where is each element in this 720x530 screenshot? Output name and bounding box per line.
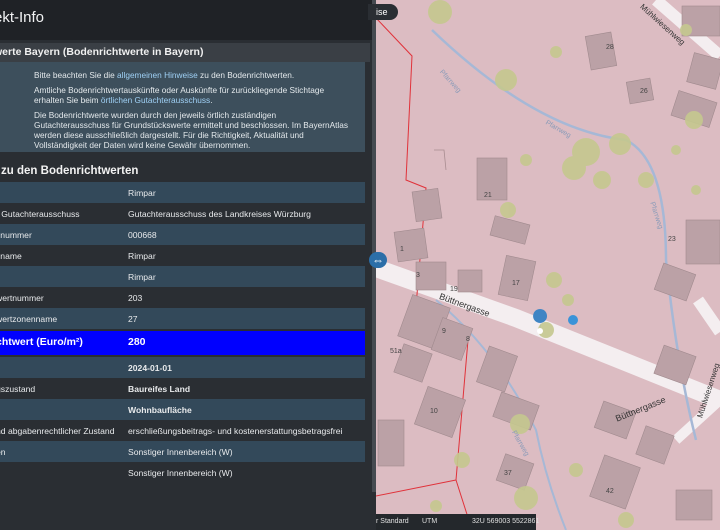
row-key: en bbox=[0, 447, 6, 457]
land-value: 280 bbox=[128, 336, 146, 348]
section-header[interactable]: werte Bayern (Bodenrichtwerte in Bayern) bbox=[0, 43, 370, 62]
row-value: Rimpar bbox=[128, 251, 156, 261]
house-number: 3 bbox=[416, 272, 420, 279]
row-value: Sonstiger Innenbereich (W) bbox=[128, 468, 233, 478]
house-number: 51a bbox=[390, 348, 402, 355]
table-row: r Gutachterausschuss Gutachterausschuss d… bbox=[0, 203, 365, 224]
row-value: 2024-01-01 bbox=[128, 363, 172, 373]
house-number: 23 bbox=[668, 236, 676, 243]
highlighted-land-value-row: chtwert (Euro/m²) 280 bbox=[0, 331, 365, 355]
table-row: en Sonstiger Innenbereich (W) bbox=[0, 441, 365, 462]
row-value: erschließungsbeitrags- und kostenerstatt… bbox=[128, 426, 343, 436]
house-number: 19 bbox=[450, 286, 458, 293]
row-key: nd abgabenrechtlicher Zustand bbox=[0, 426, 115, 436]
general-notes-link[interactable]: allgemeinen Hinweise bbox=[117, 70, 198, 80]
house-number: 9 bbox=[442, 328, 446, 335]
house-number: 26 bbox=[640, 88, 648, 95]
row-value: Wohnbaufläche bbox=[128, 405, 192, 415]
map-view[interactable]: Pfarrweg Pfarrweg Pfarrweg Pfarrweg Bütt… bbox=[376, 0, 720, 530]
row-key: wertzonenname bbox=[0, 314, 58, 324]
row-key: gszustand bbox=[0, 384, 36, 394]
info-panel: ekt-Info werte Bayern (Bodenrichtwerte i… bbox=[0, 0, 376, 530]
house-number: 28 bbox=[606, 44, 614, 51]
row-value: Rimpar bbox=[128, 272, 156, 282]
table-row: tWohnbaufläche bbox=[0, 399, 365, 420]
row-key: r Gutachterausschuss bbox=[0, 209, 80, 219]
status-coords: 32U 569003 5522861 bbox=[472, 518, 540, 525]
row-key: wertnummer bbox=[0, 293, 44, 303]
panel-title-bar: ekt-Info bbox=[0, 0, 376, 40]
map-canvas[interactable] bbox=[376, 0, 720, 530]
house-number: 21 bbox=[484, 192, 492, 199]
info-paragraph-disclaimer: Die Bodenrichtwerte wurden durch den jew… bbox=[34, 110, 349, 150]
table-row: snummer 000668 bbox=[0, 224, 365, 245]
row-value: Sonstiger Innenbereich (W) bbox=[128, 447, 233, 457]
house-number: 8 bbox=[466, 336, 470, 343]
table-row: 2024-01-01 bbox=[0, 357, 365, 378]
status-standard[interactable]: r Standard bbox=[376, 518, 409, 525]
map-top-button[interactable]: ise bbox=[368, 4, 398, 20]
table-row: gszustand Baureifes Land bbox=[0, 378, 365, 399]
row-key: snummer bbox=[0, 230, 32, 240]
row-value: 27 bbox=[128, 314, 138, 324]
row-value: Gutachterausschuss des Landkreises Würzb… bbox=[128, 209, 311, 219]
house-number: 37 bbox=[504, 470, 512, 477]
status-system[interactable]: UTM bbox=[422, 518, 437, 525]
table-row: Rimpar bbox=[0, 182, 365, 203]
row-key: chtwert (Euro/m²) bbox=[0, 336, 83, 348]
row-value: 000668 bbox=[128, 230, 157, 240]
row-key: sname bbox=[0, 251, 22, 261]
subsection-title: t zu den Bodenrichtwerten bbox=[0, 165, 139, 177]
table-row: Rimpar bbox=[0, 266, 365, 287]
house-number: 10 bbox=[430, 408, 438, 415]
resize-handle-icon[interactable]: ⇔ bbox=[369, 252, 387, 268]
row-value: 203 bbox=[128, 293, 143, 303]
map-status-bar: r Standard UTM 32U 569003 5522861 bbox=[376, 514, 540, 530]
info-paragraph-hint: Bitte beachten Sie die allgemeinen Hinwe… bbox=[34, 70, 295, 80]
row-value: Rimpar bbox=[128, 188, 156, 198]
house-number: 17 bbox=[512, 280, 520, 287]
table-row: nd abgabenrechtlicher Zustand erschließun… bbox=[0, 420, 365, 441]
house-number: 42 bbox=[606, 488, 614, 495]
row-value: Baureifes Land bbox=[128, 384, 191, 394]
table-row: sname Rimpar bbox=[0, 245, 365, 266]
house-number: 1 bbox=[400, 246, 404, 253]
subsection-header: t zu den Bodenrichtwerten bbox=[0, 163, 370, 181]
panel-title: ekt-Info bbox=[0, 9, 45, 26]
local-committee-link[interactable]: örtlichen Gutachterausschuss bbox=[101, 95, 210, 105]
table-row: Sonstiger Innenbereich (W) bbox=[0, 462, 365, 483]
section-title: werte Bayern (Bodenrichtwerte in Bayern) bbox=[0, 46, 204, 58]
table-row: wertnummer 203 bbox=[0, 287, 365, 308]
info-box: Bitte beachten Sie die allgemeinen Hinwe… bbox=[0, 62, 365, 152]
info-paragraph-official: Amtliche Bodenrichtwertauskünfte oder Au… bbox=[34, 85, 325, 105]
table-row: wertzonenname 27 bbox=[0, 308, 365, 329]
